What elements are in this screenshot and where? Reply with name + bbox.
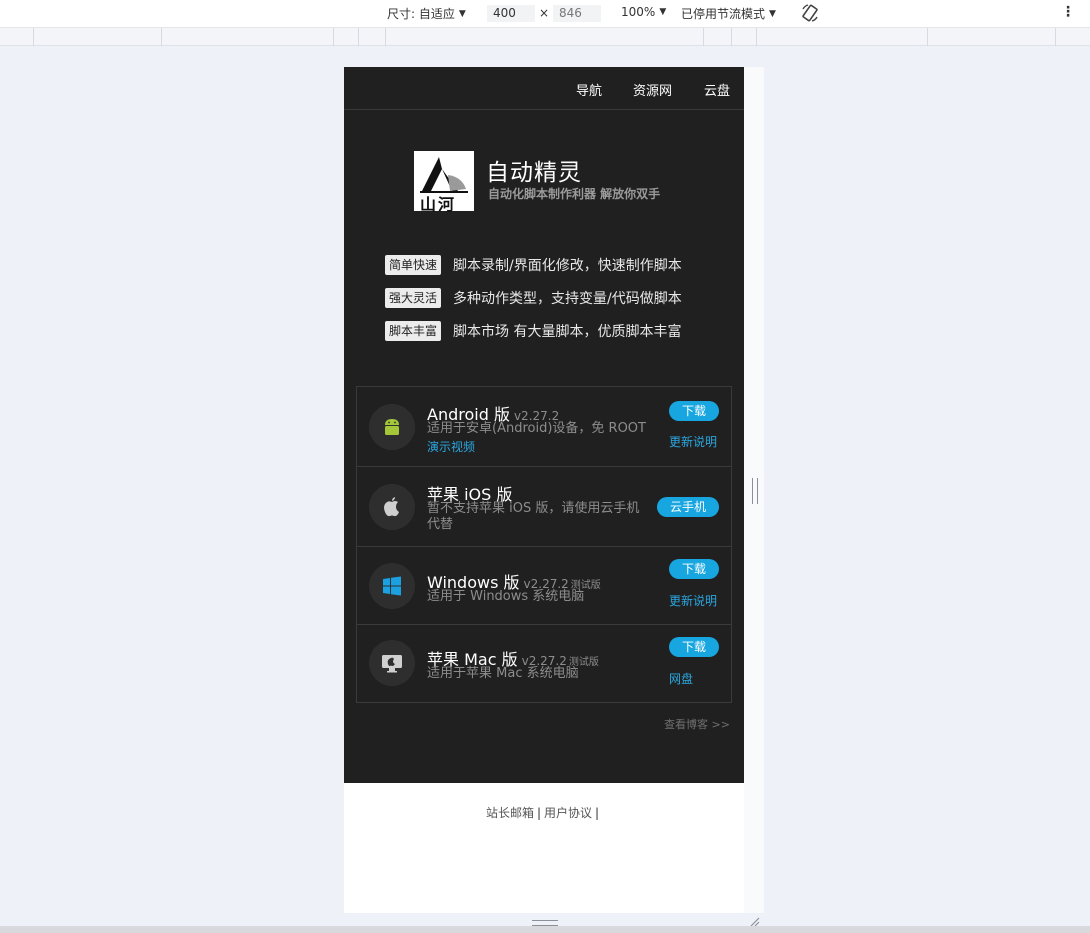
feature-item: 简单快速 脚本录制/界面化修改，快速制作脚本 [385, 255, 682, 275]
resize-handle-right[interactable] [752, 478, 758, 504]
width-input[interactable]: 400 [487, 5, 535, 22]
height-input[interactable]: 846 [553, 5, 601, 22]
user-agreement-link[interactable]: 用户协议 [544, 806, 592, 820]
download-desc: 适用于 Windows 系统电脑 [427, 589, 585, 604]
ruler-tick[interactable] [358, 28, 359, 46]
cloud-drive-link[interactable]: 网盘 [669, 670, 693, 687]
footer-separator: | [536, 806, 541, 820]
feature-text: 脚本市场 有大量脚本，优质脚本丰富 [453, 324, 682, 340]
webmaster-email-link[interactable]: 站长邮箱 [486, 806, 534, 820]
ruler-tick[interactable] [385, 28, 386, 46]
mac-icon [382, 655, 402, 673]
demo-video-link[interactable]: 演示视频 [427, 438, 475, 455]
apple-icon-wrap [369, 484, 415, 530]
windows-icon [383, 576, 401, 596]
more-options-icon[interactable]: ⋮ [1061, 5, 1075, 19]
chevron-down-icon: ▼ [769, 8, 776, 19]
windows-icon-wrap [369, 563, 415, 609]
nav-link-guide[interactable]: 导航 [576, 80, 602, 99]
chevron-down-icon: ▼ [659, 7, 667, 17]
rotate-icon[interactable] [800, 3, 820, 23]
media-query-ruler [0, 27, 1090, 46]
top-nav: 导航 资源网 云盘 [344, 67, 744, 110]
download-desc: 适用于苹果 Mac 系统电脑 [427, 666, 579, 681]
ruler-tick[interactable] [927, 28, 928, 46]
ruler-tick[interactable] [33, 28, 34, 46]
footer-separator: | [595, 806, 600, 820]
nav-link-resources[interactable]: 资源网 [633, 80, 672, 99]
download-button[interactable]: 下载 [669, 637, 719, 657]
download-desc: 适用于安卓(Android)设备，免 ROOT [427, 421, 646, 436]
feature-tag: 脚本丰富 [385, 321, 442, 341]
apple-icon [384, 497, 399, 517]
download-button[interactable]: 下载 [669, 401, 719, 421]
download-button[interactable]: 下载 [669, 559, 719, 579]
download-row-windows: Windows 版 v2.27.2 测试版 适用于 Windows 系统电脑 下载 … [357, 547, 731, 625]
release-notes-link[interactable]: 更新说明 [669, 592, 717, 609]
ruler-tick[interactable] [731, 28, 732, 46]
ruler-tick[interactable] [333, 28, 334, 46]
throttle-dropdown[interactable]: 已停用节流模式 ▼ [681, 5, 776, 22]
feature-tag: 强大灵活 [385, 288, 442, 308]
brand-logo: 山河 [414, 151, 474, 214]
zoom-label: 100% [621, 5, 656, 19]
download-row-android: Android 版 v2.27.2 适用于安卓(Android)设备，免 ROOT… [357, 387, 731, 467]
zoom-dropdown[interactable]: 100% ▼ [621, 5, 666, 19]
ruler-tick[interactable] [756, 28, 757, 46]
android-icon [385, 419, 399, 435]
throttle-label: 已停用节流模式 [681, 7, 766, 21]
ruler-tick[interactable] [703, 28, 704, 46]
download-list: Android 版 v2.27.2 适用于安卓(Android)设备，免 ROOT… [356, 386, 732, 703]
download-row-ios: 苹果 iOS 版 暂不支持苹果 iOS 版，请使用云手机代替 云手机 [357, 467, 731, 547]
feature-text: 多种动作类型，支持变量/代码做脚本 [453, 291, 682, 307]
feature-item: 脚本丰富 脚本市场 有大量脚本，优质脚本丰富 [385, 321, 681, 341]
cloud-phone-button[interactable]: 云手机 [657, 497, 719, 517]
devtools-toolbar: 尺寸: 自适应 ▼ 400 × 846 100% ▼ 已停用节流模式 ▼ ⋮ [0, 0, 1090, 27]
release-notes-link[interactable]: 更新说明 [669, 433, 717, 450]
download-desc: 暂不支持苹果 iOS 版，请使用云手机代替 [427, 501, 640, 532]
device-viewport: 导航 资源网 云盘 山河 自动精灵 自动化脚本制作利器 解放你双手 简单快速 脚… [344, 67, 744, 913]
ruler-tick[interactable] [1055, 28, 1056, 46]
nav-link-cloud-drive[interactable]: 云盘 [704, 80, 730, 99]
device-size-label: 尺寸: 自适应 [387, 7, 455, 21]
footer: 站长邮箱 | 用户协议 | [344, 804, 744, 821]
mac-icon-wrap [369, 640, 415, 686]
feature-text: 脚本录制/界面化修改，快速制作脚本 [453, 258, 682, 274]
brand-subtitle: 自动化脚本制作利器 解放你双手 [488, 187, 661, 201]
feature-item: 强大灵活 多种动作类型，支持变量/代码做脚本 [385, 288, 682, 308]
android-icon-wrap [369, 404, 415, 450]
view-blog-link[interactable]: 查看博客 >> [664, 716, 730, 732]
ruler-tick[interactable] [161, 28, 162, 46]
brand-title: 自动精灵 [486, 160, 582, 186]
devtools-bottom-bar [0, 926, 1090, 933]
chevron-down-icon: ▼ [458, 8, 466, 19]
device-size-dropdown[interactable]: 尺寸: 自适应 ▼ [387, 5, 466, 22]
logo-text: 山河 [420, 195, 457, 214]
times-sign: × [539, 6, 550, 20]
feature-tag: 简单快速 [385, 255, 442, 275]
download-row-mac: 苹果 Mac 版 v2.27.2 测试版 适用于苹果 Mac 系统电脑 下载 网盘 [357, 625, 731, 702]
